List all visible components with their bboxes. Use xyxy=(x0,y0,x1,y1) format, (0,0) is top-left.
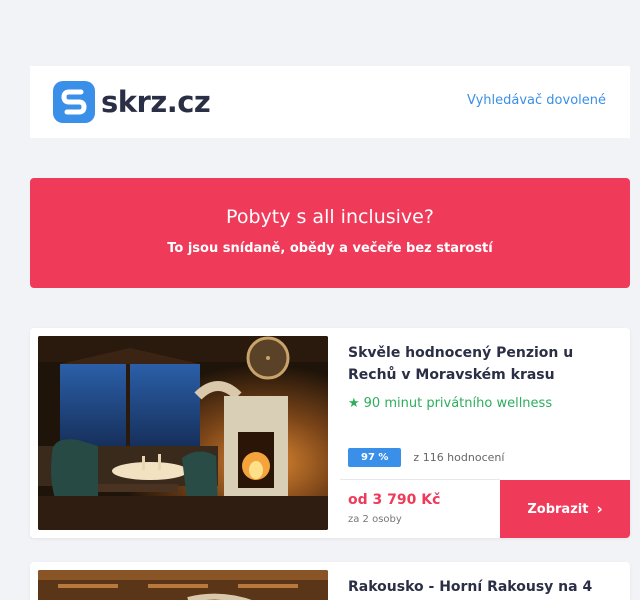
show-offer-button[interactable]: Zobrazit › xyxy=(500,480,630,538)
offer-card[interactable]: Rakousko - Horní Rakousy na 4 dny s xyxy=(30,562,630,600)
show-offer-button-label: Zobrazit xyxy=(527,501,589,517)
promo-banner: Pobyty s all inclusive? To jsou snídaně,… xyxy=(30,178,630,288)
skrz-logo-icon xyxy=(53,81,95,123)
banner-title: Pobyty s all inclusive? xyxy=(226,206,434,228)
logo[interactable]: skrz.cz xyxy=(53,81,211,123)
offer-photo[interactable] xyxy=(38,336,328,530)
offer-title[interactable]: Rakousko - Horní Rakousy na 4 dny s xyxy=(348,576,620,600)
logo-text: skrz.cz xyxy=(101,85,211,119)
rating-badge: 97 % xyxy=(348,448,402,467)
divider xyxy=(340,479,500,480)
offer-price: od 3 790 Kč xyxy=(348,492,441,508)
chevron-right-icon: › xyxy=(596,500,603,518)
nav-link-vacation-search[interactable]: Vyhledávač dovolené xyxy=(467,93,606,108)
offer-price-note: za 2 osoby xyxy=(348,514,402,525)
offer-photo[interactable] xyxy=(38,570,328,600)
offer-feature: ★ 90 minut privátního wellness xyxy=(348,396,552,411)
offer-feature-text: 90 minut privátního wellness xyxy=(363,396,553,411)
rating-count: z 116 hodnocení xyxy=(413,451,505,464)
offer-card[interactable]: Skvěle hodnocený Penzion u Rechů v Morav… xyxy=(30,328,630,538)
site-header: skrz.cz Vyhledávač dovolené xyxy=(30,66,630,138)
star-icon: ★ xyxy=(348,396,360,411)
offer-rating: 97 % z 116 hodnocení xyxy=(348,448,504,467)
banner-subtitle: To jsou snídaně, obědy a večeře bez star… xyxy=(167,241,493,256)
offer-title[interactable]: Skvěle hodnocený Penzion u Rechů v Morav… xyxy=(348,342,620,386)
